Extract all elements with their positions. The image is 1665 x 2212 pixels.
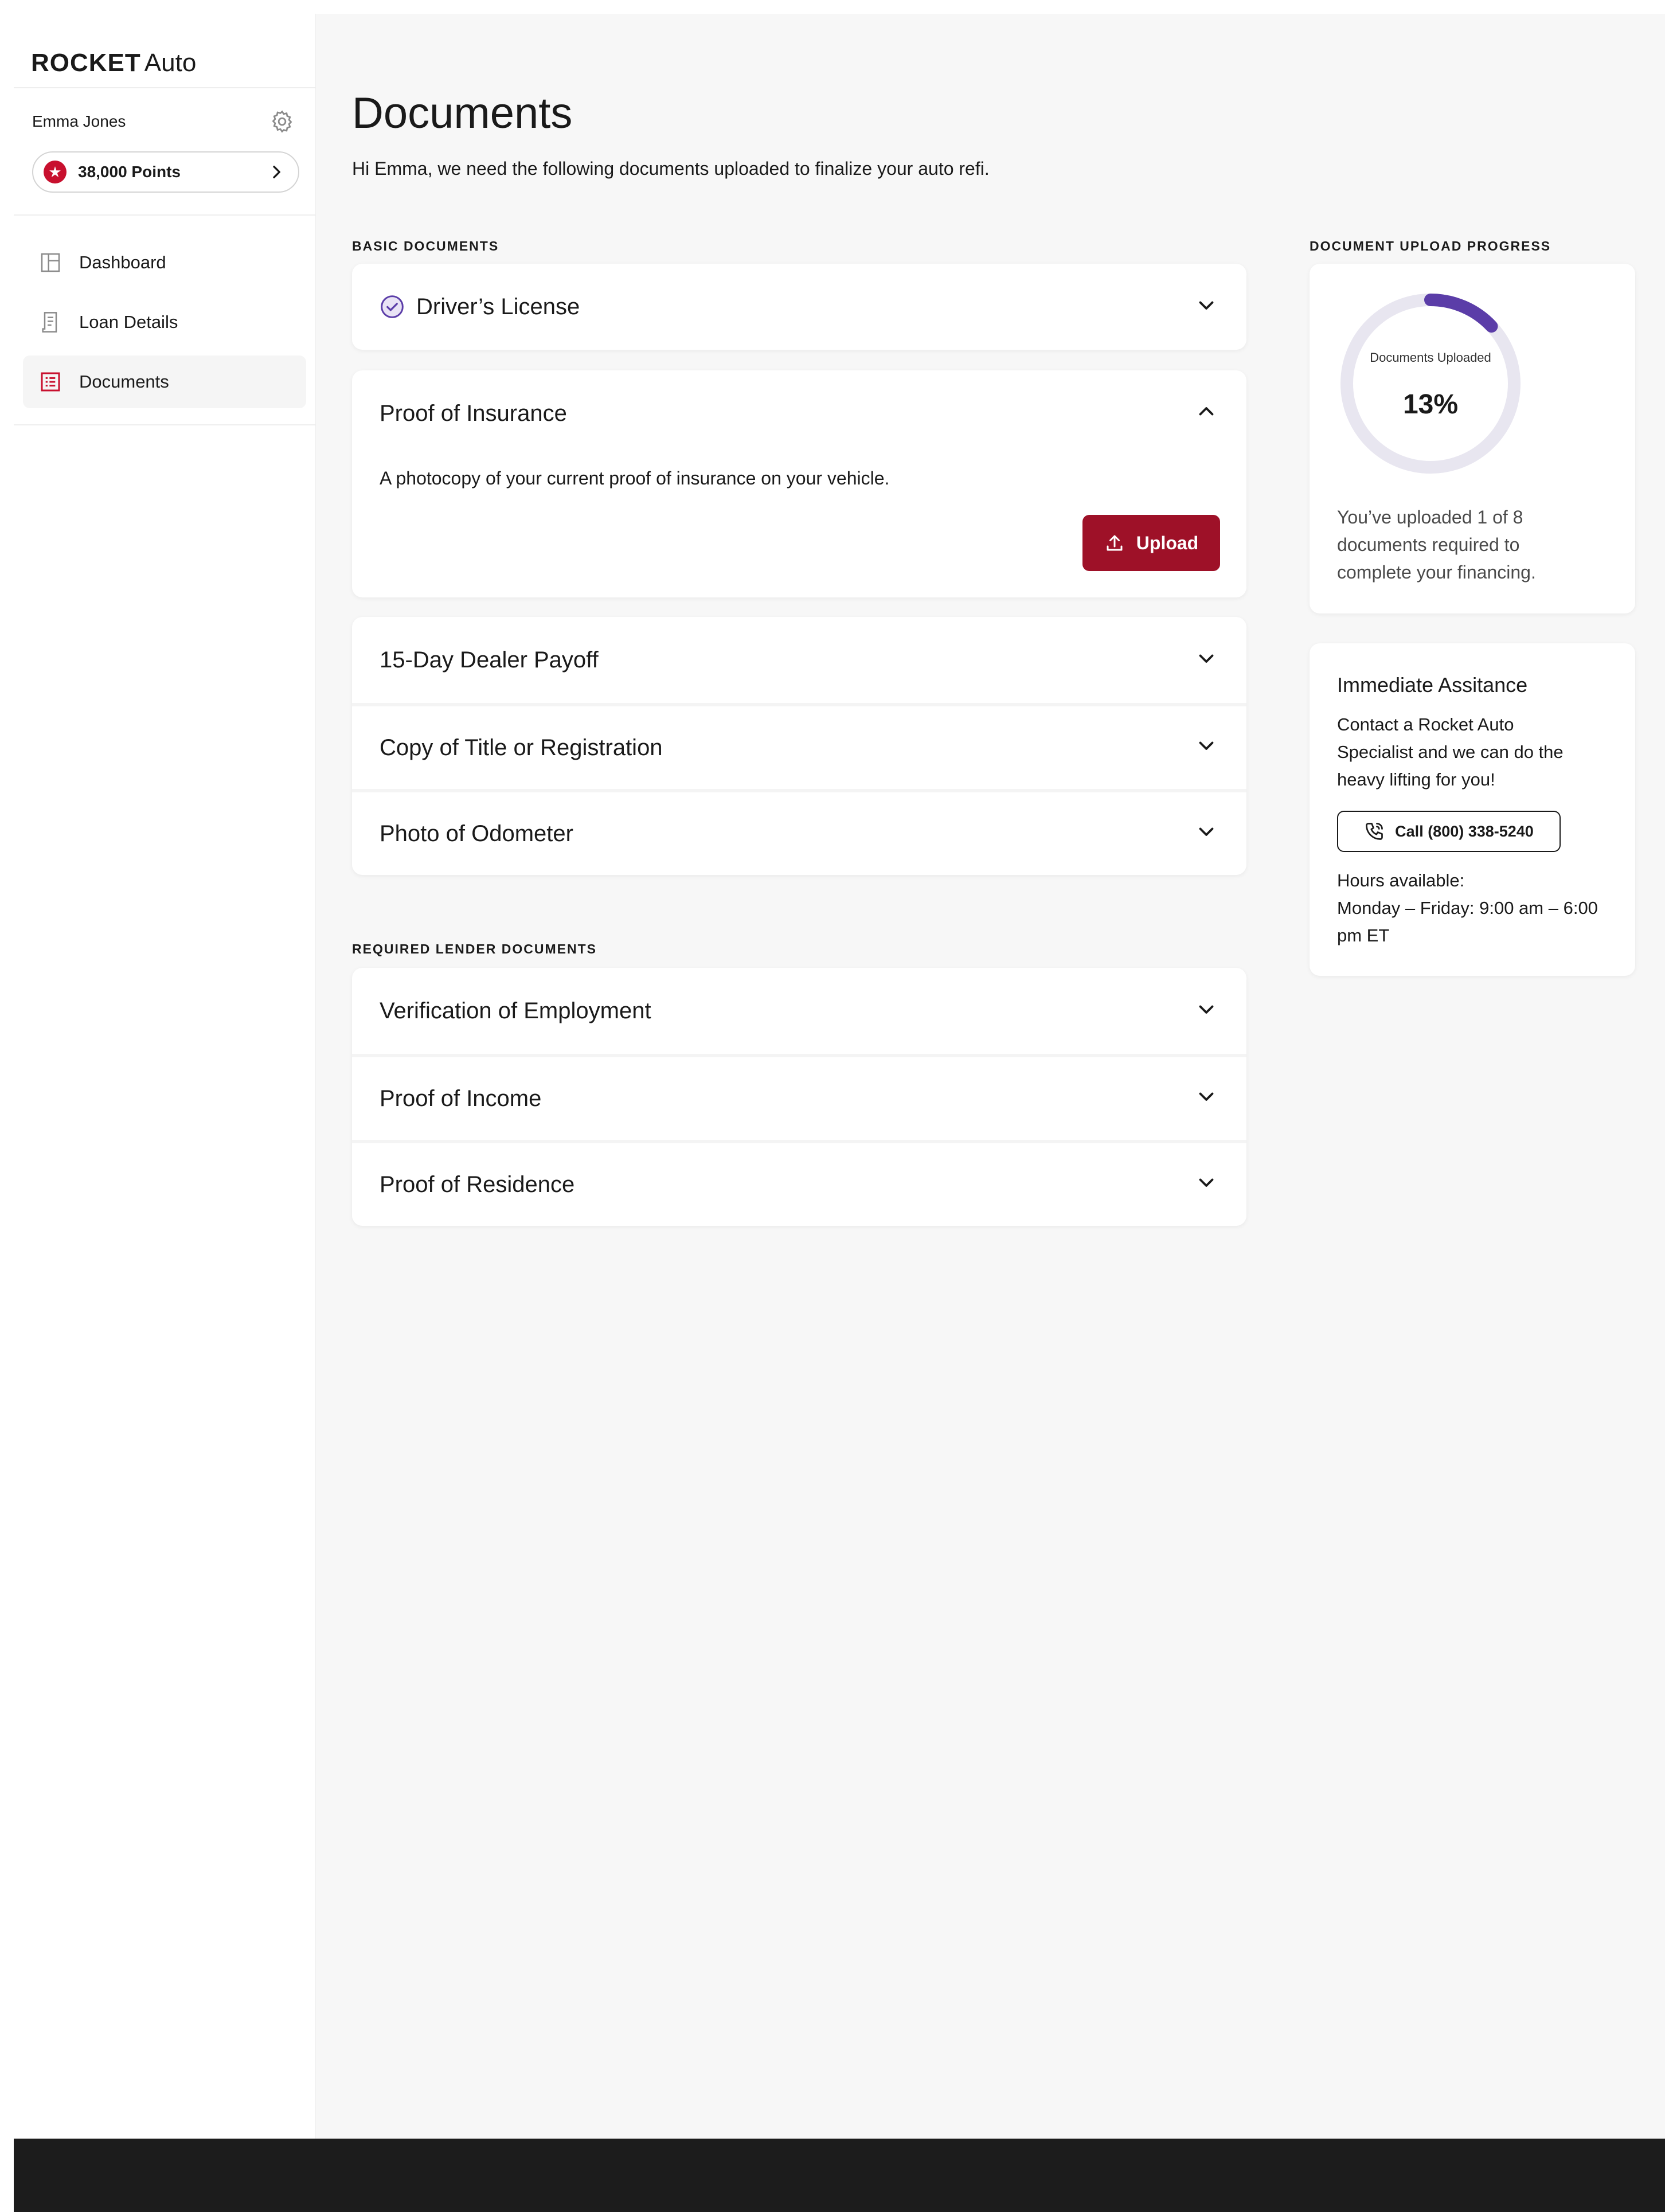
assistance-title: Immediate Assitance	[1337, 673, 1528, 697]
progress-percent: 13%	[1402, 389, 1459, 420]
employment-verification-row[interactable]: Verification of Employment	[352, 968, 1246, 1054]
page-subtitle: Hi Emma, we need the following documents…	[352, 158, 990, 179]
sidebar: ROCKET Auto Emma Jones 38,000 Points Das…	[14, 14, 316, 2139]
accordion-title: Proof of Insurance	[380, 400, 567, 426]
rocket-auto-logo[interactable]: ROCKET Auto	[31, 36, 196, 91]
sidebar-item-dashboard[interactable]: Dashboard	[23, 236, 306, 289]
accordion-title: 15-Day Dealer Payoff	[380, 647, 599, 673]
sidebar-item-label: Loan Details	[79, 312, 178, 332]
logo-rocket-text: ROCKET	[31, 49, 141, 77]
footer-bar	[14, 2139, 1665, 2212]
chevron-down-icon	[1199, 827, 1214, 836]
sidebar-divider	[14, 424, 315, 425]
dealer-payoff-row[interactable]: 15-Day Dealer Payoff	[352, 617, 1246, 703]
proof-of-residence-row[interactable]: Proof of Residence	[352, 1140, 1246, 1226]
chevron-right-icon	[273, 166, 280, 178]
rewards-badge-icon	[44, 161, 67, 183]
call-button-label: Call (800) 338-5240	[1395, 822, 1534, 840]
hours-title: Hours available:	[1337, 870, 1465, 890]
sidebar-item-loan-details[interactable]: Loan Details	[23, 296, 306, 349]
sidebar-item-documents[interactable]: Documents	[23, 355, 306, 408]
app-frame: ROCKET Auto Emma Jones 38,000 Points Das…	[14, 14, 1665, 2212]
proof-of-insurance-card: Proof of Insurance A photocopy of your c…	[352, 370, 1246, 597]
proof-of-insurance-row[interactable]: Proof of Insurance	[352, 370, 1246, 456]
chevron-down-icon	[1199, 741, 1214, 750]
accordion-title: Verification of Employment	[380, 998, 651, 1023]
upload-icon	[1107, 535, 1123, 551]
progress-description: You’ve uploaded 1 of 8 documents require…	[1337, 507, 1536, 583]
assistance-card: Immediate Assitance Contact a Rocket Aut…	[1310, 643, 1635, 976]
upload-button[interactable]: Upload	[1082, 515, 1220, 571]
chevron-down-icon	[1199, 1178, 1214, 1187]
page-title: Documents	[352, 89, 573, 138]
user-name: Emma Jones	[32, 112, 126, 130]
lender-documents-group: Verification of Employment Proof of Inco…	[352, 968, 1246, 1226]
basic-documents-group: 15-Day Dealer Payoff Copy of Title or Re…	[352, 617, 1246, 875]
sidebar-divider	[14, 214, 315, 216]
drivers-license-row[interactable]: Driver’s License	[352, 264, 1246, 350]
dashboard-icon	[41, 253, 60, 272]
accordion-title: Photo of Odometer	[380, 820, 573, 846]
accordion-title: Driver’s License	[416, 294, 580, 319]
upload-progress-heading: DOCUMENT UPLOAD PROGRESS	[1310, 239, 1551, 253]
chevron-down-icon	[1199, 1092, 1214, 1101]
logo-auto-text: Auto	[144, 49, 197, 77]
accordion-title: Proof of Residence	[380, 1171, 575, 1197]
call-button[interactable]: Call (800) 338-5240	[1337, 811, 1561, 852]
check-circle-icon	[381, 295, 404, 318]
documents-icon	[41, 372, 60, 392]
sidebar-item-label: Dashboard	[79, 252, 166, 272]
accordion-title: Proof of Income	[380, 1085, 542, 1111]
chevron-down-icon	[1199, 654, 1214, 663]
sidebar-divider	[14, 87, 315, 88]
chevron-up-icon	[1199, 407, 1214, 416]
basic-documents-heading: BASIC DOCUMENTS	[352, 239, 499, 253]
hours-value: Monday – Friday: 9:00 am – 6:00 pm ET	[1337, 898, 1598, 945]
points-button[interactable]: 38,000 Points	[32, 151, 299, 193]
upload-progress-ring	[1340, 294, 1521, 474]
drivers-license-card: Driver’s License	[352, 264, 1246, 350]
accordion-title: Copy of Title or Registration	[380, 734, 663, 760]
gear-icon[interactable]	[269, 109, 295, 134]
hours-info: Hours available: Monday – Friday: 9:00 a…	[1337, 867, 1601, 949]
assistance-body: Contact a Rocket Auto Specialist and we …	[1337, 714, 1564, 790]
chevron-down-icon	[1199, 301, 1214, 310]
ring-label: Documents Uploaded	[1370, 350, 1491, 365]
points-label: 38,000 Points	[78, 163, 181, 181]
chevron-down-icon	[1199, 1005, 1214, 1014]
odometer-row[interactable]: Photo of Odometer	[352, 789, 1246, 875]
upload-button-label: Upload	[1136, 532, 1199, 553]
lender-documents-heading: REQUIRED LENDER DOCUMENTS	[352, 941, 597, 956]
receipt-icon	[42, 312, 57, 333]
sidebar-item-label: Documents	[79, 372, 169, 392]
phone-icon	[1366, 823, 1383, 840]
accordion-description: A photocopy of your current proof of ins…	[380, 468, 890, 488]
upload-progress-card: Documents Uploaded 13% You’ve uploaded 1…	[1310, 264, 1635, 613]
proof-of-income-row[interactable]: Proof of Income	[352, 1054, 1246, 1140]
title-registration-row[interactable]: Copy of Title or Registration	[352, 703, 1246, 789]
